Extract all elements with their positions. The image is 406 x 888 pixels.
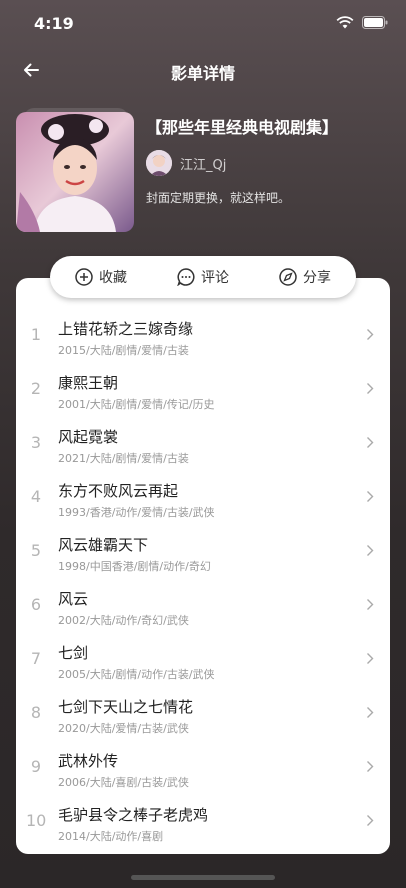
item-rank: 5 <box>30 541 42 560</box>
playlist-description: 封面定期更换，就这样吧。 <box>146 191 291 205</box>
status-icons <box>336 16 388 29</box>
comment-label: 评论 <box>201 270 229 286</box>
chevron-right-icon <box>367 761 374 772</box>
item-rank: 2 <box>30 379 42 398</box>
creator-name: 江江_Qj <box>180 157 227 173</box>
page-title: 影单详情 <box>170 64 235 83</box>
chevron-right-icon <box>367 599 374 610</box>
item-title: 七剑 <box>58 644 89 662</box>
item-meta: 2006/大陆/喜剧/古装/武侠 <box>58 776 189 789</box>
playlist-header: 【那些年里经典电视剧集】 江江_Qj 封面定期更换，就这样吧。 <box>16 108 390 232</box>
comment-button[interactable]: 评论 <box>177 267 229 287</box>
list-item[interactable]: 6 风云 2002/大陆/动作/奇幻/武侠 <box>16 578 390 632</box>
creator-info[interactable]: 江江_Qj <box>146 150 226 176</box>
item-meta: 2020/大陆/爱情/古装/武侠 <box>58 722 189 735</box>
list-item[interactable]: 1 上错花轿之三嫁奇缘 2015/大陆/剧情/爱情/古装 <box>16 308 390 362</box>
cover-portrait-illustration <box>16 112 134 232</box>
chevron-right-icon <box>367 437 374 448</box>
playlist-cover-image[interactable] <box>16 112 134 232</box>
item-meta: 2002/大陆/动作/奇幻/武侠 <box>58 614 189 627</box>
item-rank: 6 <box>30 595 42 614</box>
chevron-right-icon <box>367 383 374 394</box>
status-bar: 4:19 <box>0 0 406 44</box>
item-meta: 1998/中国香港/剧情/动作/奇幻 <box>58 560 211 573</box>
list-item[interactable]: 7 七剑 2005/大陆/剧情/动作/古装/武侠 <box>16 632 390 686</box>
item-rank: 8 <box>30 703 42 722</box>
item-meta: 1993/香港/动作/爱情/古装/武侠 <box>58 506 215 519</box>
chat-bubble-icon <box>177 268 195 286</box>
item-title: 康熙王朝 <box>58 374 119 392</box>
item-title: 风起霓裳 <box>58 428 119 446</box>
movie-list: 1 上错花轿之三嫁奇缘 2015/大陆/剧情/爱情/古装 2 康熙王朝 2001… <box>16 308 390 848</box>
compass-icon <box>279 268 297 286</box>
item-title: 七剑下天山之七情花 <box>58 698 194 716</box>
chevron-right-icon <box>367 815 374 826</box>
item-meta: 2015/大陆/剧情/爱情/古装 <box>58 344 189 357</box>
item-rank: 3 <box>30 433 42 452</box>
status-time: 4:19 <box>34 14 74 33</box>
favorite-button[interactable]: 收藏 <box>75 267 127 287</box>
item-meta: 2014/大陆/动作/喜剧 <box>58 830 164 843</box>
item-title: 上错花轿之三嫁奇缘 <box>58 320 194 338</box>
share-button[interactable]: 分享 <box>279 267 331 287</box>
movie-list-card: 1 上错花轿之三嫁奇缘 2015/大陆/剧情/爱情/古装 2 康熙王朝 2001… <box>16 278 390 854</box>
item-title: 风云雄霸天下 <box>58 536 149 554</box>
item-title: 武林外传 <box>58 752 119 770</box>
item-rank: 1 <box>30 325 42 344</box>
list-item[interactable]: 5 风云雄霸天下 1998/中国香港/剧情/动作/奇幻 <box>16 524 390 578</box>
item-rank: 9 <box>30 757 42 776</box>
item-title: 风云 <box>58 590 89 608</box>
avatar <box>146 150 172 176</box>
item-title: 毛驴县令之棒子老虎鸡 <box>58 806 209 824</box>
item-rank: 4 <box>30 487 42 506</box>
playlist-title: 【那些年里经典电视剧集】 <box>146 118 339 137</box>
list-item[interactable]: 10 毛驴县令之棒子老虎鸡 2014/大陆/动作/喜剧 <box>16 794 390 848</box>
item-meta: 2001/大陆/剧情/爱情/传记/历史 <box>58 398 215 411</box>
list-item[interactable]: 3 风起霓裳 2021/大陆/剧情/爱情/古装 <box>16 416 390 470</box>
item-meta: 2021/大陆/剧情/爱情/古装 <box>58 452 189 465</box>
nav-bar: 影单详情 <box>0 50 406 90</box>
wifi-icon <box>336 16 354 29</box>
chevron-right-icon <box>367 491 374 502</box>
chevron-right-icon <box>367 653 374 664</box>
chevron-right-icon <box>367 545 374 556</box>
list-item[interactable]: 8 七剑下天山之七情花 2020/大陆/爱情/古装/武侠 <box>16 686 390 740</box>
plus-circle-icon <box>75 268 93 286</box>
list-item[interactable]: 2 康熙王朝 2001/大陆/剧情/爱情/传记/历史 <box>16 362 390 416</box>
battery-icon <box>362 16 388 29</box>
share-label: 分享 <box>303 270 331 286</box>
chevron-right-icon <box>367 707 374 718</box>
home-indicator[interactable] <box>131 875 275 880</box>
item-rank: 10 <box>26 811 47 830</box>
item-rank: 7 <box>30 649 42 668</box>
item-meta: 2005/大陆/剧情/动作/古装/武侠 <box>58 668 215 681</box>
list-item[interactable]: 4 东方不败风云再起 1993/香港/动作/爱情/古装/武侠 <box>16 470 390 524</box>
chevron-right-icon <box>367 329 374 340</box>
list-item[interactable]: 9 武林外传 2006/大陆/喜剧/古装/武侠 <box>16 740 390 794</box>
favorite-label: 收藏 <box>99 270 127 286</box>
item-title: 东方不败风云再起 <box>58 482 179 500</box>
action-bar: 收藏 评论 分享 <box>50 256 356 298</box>
